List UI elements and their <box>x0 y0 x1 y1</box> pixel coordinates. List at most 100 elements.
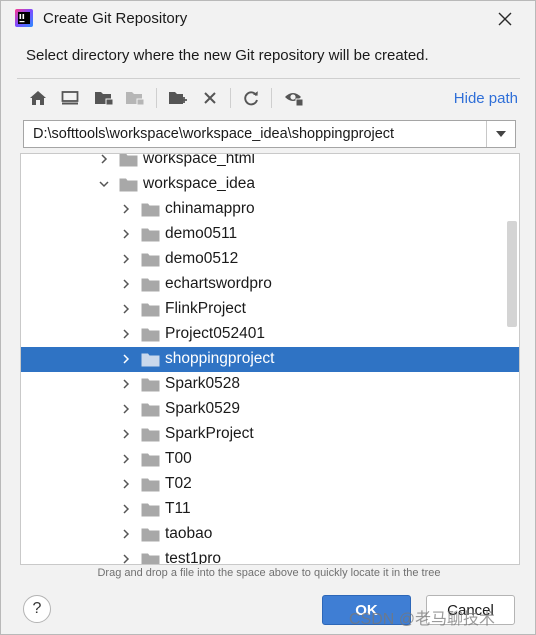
tree-item[interactable]: echartswordpro <box>21 272 519 297</box>
folder-icon <box>141 452 160 467</box>
chevron-right-icon[interactable] <box>119 352 133 366</box>
tree-item[interactable]: taobao <box>21 522 519 547</box>
instruction-text: Select directory where the new Git repos… <box>26 47 429 64</box>
tree-item[interactable]: workspace_idea <box>21 172 519 197</box>
tree-item[interactable]: demo0512 <box>21 247 519 272</box>
tree-item-label: demo0512 <box>165 250 239 267</box>
chevron-right-icon[interactable] <box>119 377 133 391</box>
create-git-repository-dialog: Create Git Repository Select directory w… <box>0 0 536 635</box>
hide-path-link[interactable]: Hide path <box>454 90 518 107</box>
close-icon <box>498 12 512 26</box>
folder-icon <box>141 252 160 267</box>
chevron-right-icon[interactable] <box>119 502 133 516</box>
delete-button[interactable] <box>197 85 223 111</box>
toolbar-separator <box>156 88 157 108</box>
folder-icon <box>141 302 160 317</box>
watermark-text: CSDN @老马聊技术 <box>349 611 496 628</box>
tree-item-label: taobao <box>165 525 213 542</box>
show-hidden-icon <box>285 93 304 107</box>
folder-icon <box>119 154 138 167</box>
folder-icon <box>141 327 160 342</box>
tree-item-label: Spark0529 <box>165 400 240 417</box>
tree-item-label: echartswordpro <box>165 275 272 292</box>
chevron-right-icon[interactable] <box>119 452 133 466</box>
new-folder-button[interactable] <box>165 85 191 111</box>
chevron-right-icon[interactable] <box>119 477 133 491</box>
chevron-right-icon[interactable] <box>97 154 111 166</box>
folder-icon <box>141 377 160 392</box>
tree-item[interactable]: SparkProject <box>21 422 519 447</box>
tree-item-label: workspace_html <box>143 153 255 167</box>
folder-icon <box>141 202 160 217</box>
folder-icon <box>141 552 160 564</box>
chevron-right-icon[interactable] <box>119 327 133 341</box>
divider <box>17 78 520 79</box>
tree-item-label: T00 <box>165 450 192 467</box>
chevron-down-icon <box>496 131 506 137</box>
chevron-right-icon[interactable] <box>119 302 133 316</box>
tree-item-label: Spark0528 <box>165 375 240 392</box>
folder-icon <box>141 477 160 492</box>
chevron-down-icon[interactable] <box>97 177 111 191</box>
close-button[interactable] <box>489 5 521 33</box>
tree-scrollbar[interactable] <box>507 221 517 327</box>
folder-icon <box>141 502 160 517</box>
chevron-right-icon[interactable] <box>119 552 133 564</box>
folder-icon <box>119 177 138 192</box>
tree-item-label: FlinkProject <box>165 300 246 317</box>
path-history-dropdown[interactable] <box>486 121 515 147</box>
tree-item[interactable]: demo0511 <box>21 222 519 247</box>
chevron-right-icon[interactable] <box>119 427 133 441</box>
toolbar-separator <box>230 88 231 108</box>
chevron-right-icon[interactable] <box>119 527 133 541</box>
tree-item[interactable]: Spark0529 <box>21 397 519 422</box>
drag-drop-hint: Drag and drop a file into the space abov… <box>97 567 441 579</box>
chevron-right-icon[interactable] <box>119 227 133 241</box>
tree-item-label: test1pro <box>165 550 222 565</box>
show-hidden-button[interactable] <box>281 85 307 111</box>
tree-item[interactable]: T00 <box>21 447 519 472</box>
chevron-right-icon[interactable] <box>119 277 133 291</box>
refresh-button[interactable] <box>238 85 264 111</box>
tree-item[interactable]: T02 <box>21 472 519 497</box>
new-folder-icon <box>169 92 187 104</box>
dialog-title: Create Git Repository <box>43 10 188 27</box>
tree-item[interactable]: T11 <box>21 497 519 522</box>
chevron-right-icon[interactable] <box>119 402 133 416</box>
folder-icon <box>141 427 160 442</box>
tree-item-label: chinamappro <box>165 200 255 217</box>
help-button[interactable]: ? <box>23 595 51 623</box>
project-folder-button[interactable] <box>91 85 117 111</box>
home-button[interactable] <box>25 85 51 111</box>
desktop-icon <box>61 91 79 105</box>
home-icon <box>30 91 46 105</box>
tree-item[interactable]: Project052401 <box>21 322 519 347</box>
tree-item-label: T02 <box>165 475 192 492</box>
chevron-right-icon[interactable] <box>119 252 133 266</box>
path-input[interactable]: D:\softtools\workspace\workspace_idea\sh… <box>23 120 516 148</box>
desktop-button[interactable] <box>57 85 83 111</box>
project-folder-icon <box>95 92 114 106</box>
tree-item[interactable]: FlinkProject <box>21 297 519 322</box>
tree-item-label: SparkProject <box>165 425 254 442</box>
tree-item-label: shoppingproject <box>165 350 275 367</box>
folder-icon <box>141 402 160 417</box>
tree-item[interactable]: test1pro <box>21 547 519 565</box>
directory-tree[interactable]: workspace_html workspace_idea chinamappro d… <box>20 153 520 565</box>
path-input-value: D:\softtools\workspace\workspace_idea\sh… <box>33 126 395 142</box>
tree-item[interactable]: workspace_html <box>21 153 519 172</box>
folder-icon <box>141 227 160 242</box>
tree-item[interactable]: Spark0528 <box>21 372 519 397</box>
tree-item-label: Project052401 <box>165 325 265 342</box>
module-folder-button[interactable] <box>122 85 148 111</box>
module-folder-icon <box>126 92 145 106</box>
chevron-right-icon[interactable] <box>119 202 133 216</box>
refresh-icon <box>244 91 258 106</box>
tree-item-label: workspace_idea <box>143 175 256 192</box>
folder-icon <box>141 527 160 542</box>
tree-item-label: demo0511 <box>165 225 238 242</box>
title-bar: Create Git Repository <box>1 1 535 37</box>
tree-item[interactable]: chinamappro <box>21 197 519 222</box>
folder-icon <box>141 352 160 367</box>
tree-item[interactable]: shoppingproject <box>21 347 519 372</box>
